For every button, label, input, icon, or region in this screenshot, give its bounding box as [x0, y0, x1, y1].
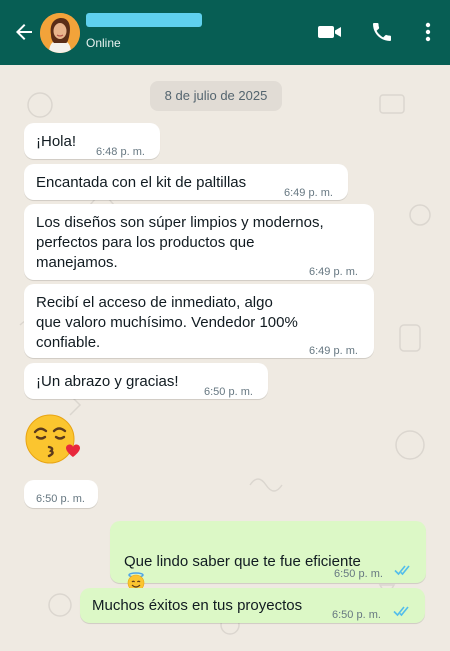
message-time: 6:50 p. m.	[334, 568, 383, 580]
message-time: 6:49 p. m.	[284, 187, 333, 199]
message-incoming[interactable]: ¡Hola! 6:48 p. m.	[24, 123, 160, 159]
message-text: Los diseños son súper limpios y modernos…	[36, 214, 324, 271]
message-incoming[interactable]: ¡Un abrazo y gracias! 6:50 p. m.	[24, 363, 268, 399]
more-options-icon[interactable]	[420, 20, 436, 44]
message-incoming[interactable]: Encantada con el kit de paltillas 6:49 p…	[24, 164, 348, 200]
message-text: ¡Hola!	[36, 133, 77, 150]
message-time: 6:48 p. m.	[96, 146, 145, 158]
video-call-icon[interactable]	[316, 20, 344, 44]
chat-header: Online	[0, 0, 450, 65]
message-incoming[interactable]: Recibí el acceso de inmediato, algo que …	[24, 284, 374, 358]
read-receipt-icon	[394, 565, 410, 576]
message-text: Que lindo saber que te fue eficiente	[124, 553, 361, 570]
message-time: 6:49 p. m.	[309, 266, 358, 278]
contact-status: Online	[86, 36, 121, 50]
back-arrow-icon[interactable]	[12, 20, 36, 44]
message-outgoing[interactable]: Que lindo saber que te fue eficiente 6:5…	[110, 521, 426, 592]
message-text: ¡Un abrazo y gracias!	[36, 373, 179, 390]
date-separator: 8 de julio de 2025	[150, 81, 282, 111]
message-time: 6:50 p. m.	[332, 609, 381, 621]
message-incoming[interactable]: 6:50 p. m.	[24, 480, 98, 508]
message-time: 6:49 p. m.	[309, 345, 358, 357]
message-time: 6:50 p. m.	[36, 493, 85, 505]
phone-call-icon[interactable]	[370, 20, 394, 44]
avatar[interactable]	[40, 13, 80, 53]
message-text: Muchos éxitos en tus proyectos	[92, 597, 303, 614]
read-receipt-icon	[393, 606, 409, 617]
message-text: Encantada con el kit de paltillas	[36, 174, 247, 191]
contact-name-redacted[interactable]	[86, 13, 202, 27]
message-incoming[interactable]: Los diseños son súper limpios y modernos…	[24, 204, 374, 280]
message-time: 6:50 p. m.	[204, 386, 253, 398]
kissing-face-with-heart-emoji[interactable]	[24, 412, 80, 468]
message-text: Recibí el acceso de inmediato, algo que …	[36, 294, 298, 351]
message-outgoing[interactable]: Muchos éxitos en tus proyectos 6:50 p. m…	[80, 588, 425, 623]
